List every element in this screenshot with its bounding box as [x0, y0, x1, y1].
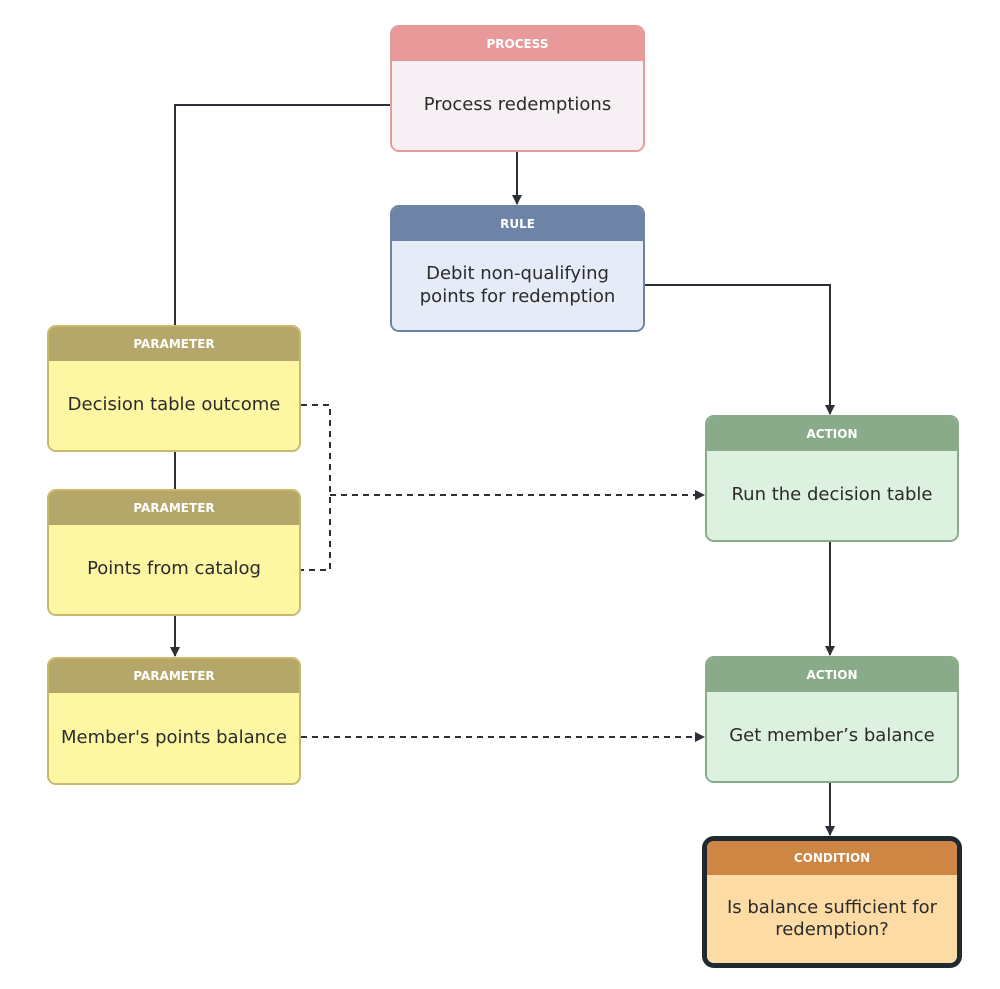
edge-process-param1: [174, 104, 390, 325]
parameter-node-member-points-balance[interactable]: PARAMETER Member's points balance: [47, 657, 301, 785]
node-type-label: CONDITION: [707, 841, 957, 875]
node-type-label: ACTION: [707, 417, 957, 451]
parameter-node-decision-table-outcome[interactable]: PARAMETER Decision table outcome: [47, 325, 301, 452]
node-text: Points from catalog: [49, 525, 299, 614]
node-text: Is balance sufficient for redemption?: [707, 875, 957, 963]
node-type-label: RULE: [392, 207, 643, 241]
parameter-node-points-from-catalog[interactable]: PARAMETER Points from catalog: [47, 489, 301, 616]
node-text: Run the decision table: [707, 451, 957, 540]
node-type-label: PARAMETER: [49, 327, 299, 361]
node-text: Debit non-qualifying points for redempti…: [392, 241, 643, 330]
node-text: Member's points balance: [49, 693, 299, 783]
condition-node[interactable]: CONDITION Is balance sufficient for redem…: [702, 836, 962, 968]
node-type-label: PROCESS: [392, 27, 643, 61]
node-text: Get member’s balance: [707, 692, 957, 781]
action-node-run-decision-table[interactable]: ACTION Run the decision table: [705, 415, 959, 542]
node-text: Process redemptions: [392, 61, 643, 150]
process-node[interactable]: PROCESS Process redemptions: [390, 25, 645, 152]
node-type-label: PARAMETER: [49, 491, 299, 525]
dashed-params-bracket: [301, 404, 331, 571]
node-type-label: ACTION: [707, 658, 957, 692]
action-node-get-member-balance[interactable]: ACTION Get member’s balance: [705, 656, 959, 783]
node-type-label: PARAMETER: [49, 659, 299, 693]
edge-rule-action1: [645, 284, 835, 415]
rule-node[interactable]: RULE Debit non-qualifying points for rede…: [390, 205, 645, 332]
node-text: Decision table outcome: [49, 361, 299, 450]
